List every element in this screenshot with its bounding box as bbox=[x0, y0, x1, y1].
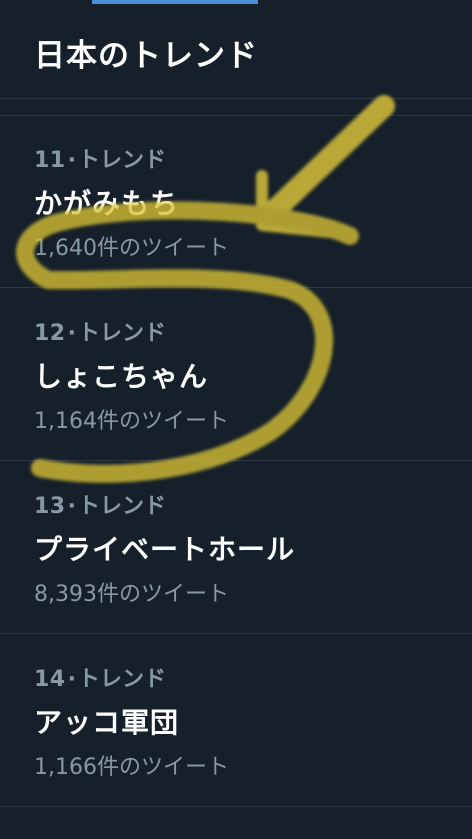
trend-separator: · bbox=[67, 321, 76, 346]
header-divider bbox=[0, 98, 472, 99]
trend-name[interactable]: かがみもち bbox=[34, 182, 179, 222]
trend-rank: 12 bbox=[34, 321, 66, 346]
trend-rank: 11 bbox=[34, 148, 66, 173]
page-title: 日本のトレンド bbox=[34, 38, 258, 74]
header: 日本のトレンド bbox=[0, 0, 472, 98]
trend-divider bbox=[0, 633, 472, 634]
trend-divider bbox=[0, 287, 472, 288]
trend-meta: 11·トレンド bbox=[34, 142, 166, 174]
trend-rank: 14 bbox=[34, 667, 66, 692]
trend-label: トレンド bbox=[77, 148, 166, 173]
trend-item-partial bbox=[0, 808, 472, 839]
trend-item[interactable]: 13·トレンド プライベートホール 8,393件のツイート bbox=[0, 462, 472, 634]
trend-meta: 14·トレンド bbox=[34, 661, 166, 693]
trend-label: トレンド bbox=[77, 667, 166, 692]
trend-item[interactable]: 12·トレンド しょこちゃん 1,164件のツイート bbox=[0, 289, 472, 461]
trend-item[interactable]: 14·トレンド アッコ軍団 1,166件のツイート bbox=[0, 635, 472, 807]
trend-tweet-count: 1,164件のツイート bbox=[34, 409, 229, 434]
trend-label: トレンド bbox=[77, 321, 166, 346]
trend-tweet-count: 1,640件のツイート bbox=[34, 236, 229, 261]
trend-tweet-count: 8,393件のツイート bbox=[34, 582, 229, 607]
trend-divider bbox=[0, 460, 472, 461]
trend-label: トレンド bbox=[77, 494, 166, 519]
trend-divider bbox=[0, 806, 472, 807]
trend-meta: 13·トレンド bbox=[34, 488, 166, 520]
trend-separator: · bbox=[67, 667, 76, 692]
trend-name[interactable]: アッコ軍団 bbox=[34, 701, 179, 741]
trend-separator: · bbox=[67, 494, 76, 519]
trend-name[interactable]: プライベートホール bbox=[34, 528, 295, 568]
trend-name[interactable]: しょこちゃん bbox=[34, 355, 208, 395]
trend-separator: · bbox=[67, 148, 76, 173]
trend-meta: 12·トレンド bbox=[34, 315, 166, 347]
trend-tweet-count: 1,166件のツイート bbox=[34, 755, 229, 780]
trend-item[interactable]: 11·トレンド かがみもち 1,640件のツイート bbox=[0, 116, 472, 288]
trend-rank: 13 bbox=[34, 494, 66, 519]
